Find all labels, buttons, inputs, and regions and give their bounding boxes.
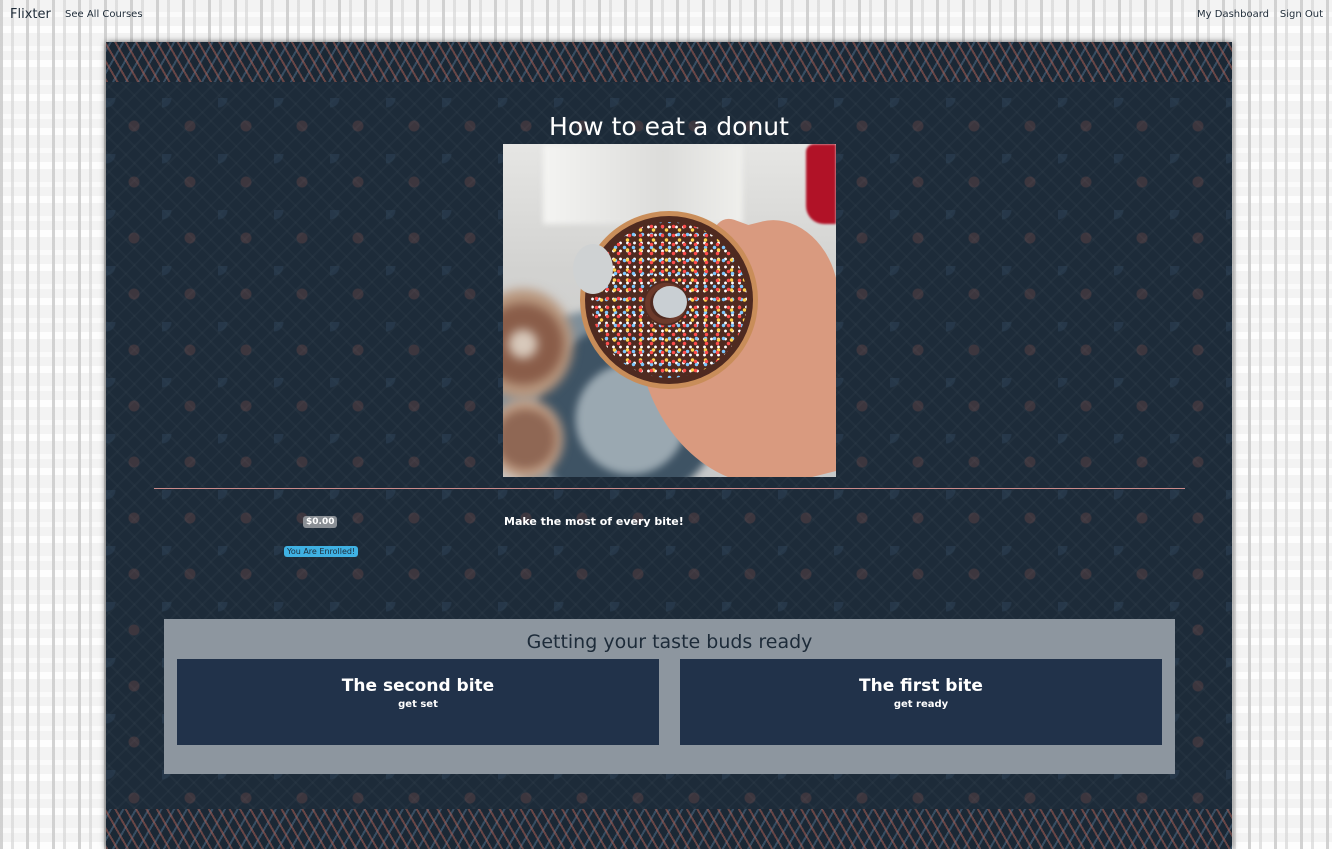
chapter-title: Getting your taste buds ready: [526, 631, 813, 653]
decorative-border-bottom: [106, 809, 1232, 849]
enrolled-status-badge: You Are Enrolled!: [284, 546, 359, 557]
course-description: Make the most of every bite!: [504, 515, 684, 528]
chapter-section: Getting your taste buds ready The second…: [164, 619, 1175, 774]
my-dashboard-link[interactable]: My Dashboard: [1197, 9, 1269, 20]
lesson-subtitle: get ready: [893, 699, 949, 710]
course-title: How to eat a donut: [549, 112, 789, 141]
lesson-card[interactable]: The first bite get ready: [680, 659, 1162, 745]
see-all-courses-link[interactable]: See All Courses: [65, 9, 143, 20]
lesson-title[interactable]: The first bite: [680, 676, 1162, 696]
section-divider: [154, 488, 1185, 489]
brand-logo-link[interactable]: Flixter: [10, 7, 51, 22]
decorative-border-top: [106, 42, 1232, 82]
lesson-card[interactable]: The second bite get set: [177, 659, 659, 745]
lesson-subtitle: get set: [398, 699, 438, 710]
price-badge: $0.00: [303, 516, 338, 528]
top-navigation: Flixter See All Courses My Dashboard Sig…: [0, 0, 1332, 30]
course-image: [503, 144, 836, 477]
sign-out-link[interactable]: Sign Out: [1280, 9, 1323, 20]
lesson-title[interactable]: The second bite: [177, 676, 659, 696]
course-card: How to eat a donut $0.00 You Are Enrolle…: [106, 42, 1232, 849]
